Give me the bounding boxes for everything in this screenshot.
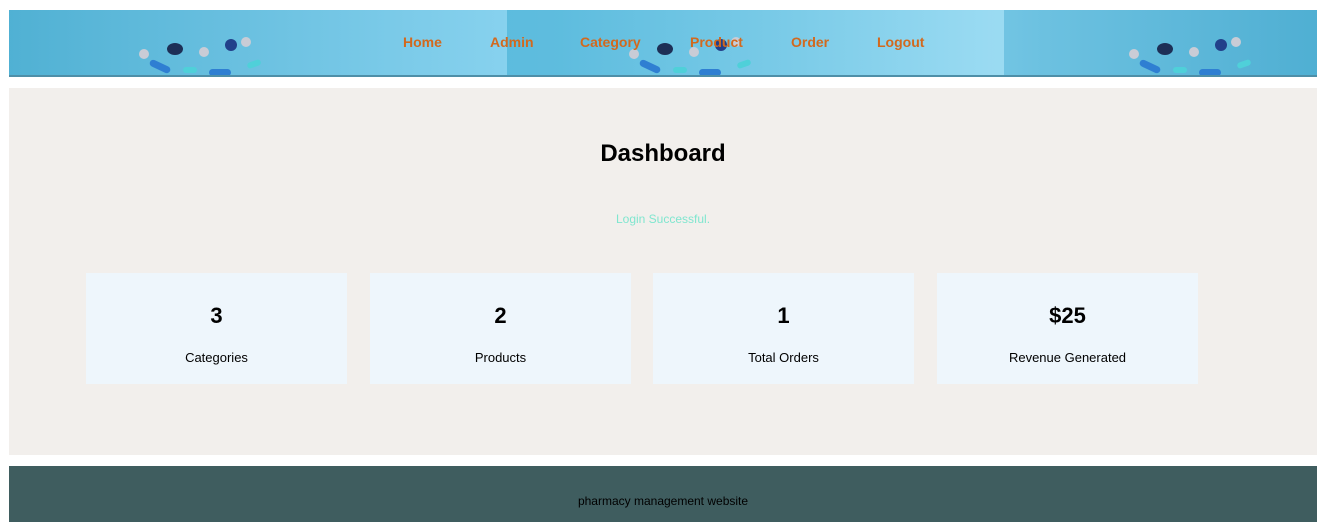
stat-value: 1 [777, 303, 790, 328]
stat-card-categories: 3 Categories [86, 273, 347, 384]
stat-label: Products [474, 350, 527, 365]
stat-value: $25 [1049, 303, 1086, 328]
dashboard-panel: Dashboard Login Successful. 3 Categories… [9, 88, 1317, 455]
site-footer: pharmacy management website [9, 466, 1317, 522]
stat-card-products: 2 Products [370, 273, 631, 384]
nav-home-link[interactable]: Home [403, 34, 442, 50]
site-header: Home Admin Category Product Order Logout [9, 10, 1317, 77]
nav-admin-link[interactable]: Admin [490, 34, 534, 50]
nav-logout-link[interactable]: Logout [877, 34, 924, 50]
stat-value: 2 [494, 303, 507, 328]
page-title: Dashboard [600, 140, 726, 167]
nav-category-link[interactable]: Category [580, 34, 641, 50]
nav-order-link[interactable]: Order [791, 34, 829, 50]
stat-value: 3 [210, 303, 223, 328]
footer-text: pharmacy management website [577, 494, 749, 508]
page: Home Admin Category Product Order Logout… [0, 0, 1317, 522]
stat-card-revenue: $25 Revenue Generated [937, 273, 1198, 384]
nav-product-link[interactable]: Product [690, 34, 743, 50]
main-nav: Home Admin Category Product Order Logout [9, 10, 1317, 75]
stat-label: Revenue Generated [1008, 350, 1127, 365]
stat-label: Total Orders [748, 350, 819, 365]
login-status-message: Login Successful. [615, 212, 711, 226]
stat-card-total-orders: 1 Total Orders [653, 273, 914, 384]
stat-label: Categories [185, 350, 248, 365]
